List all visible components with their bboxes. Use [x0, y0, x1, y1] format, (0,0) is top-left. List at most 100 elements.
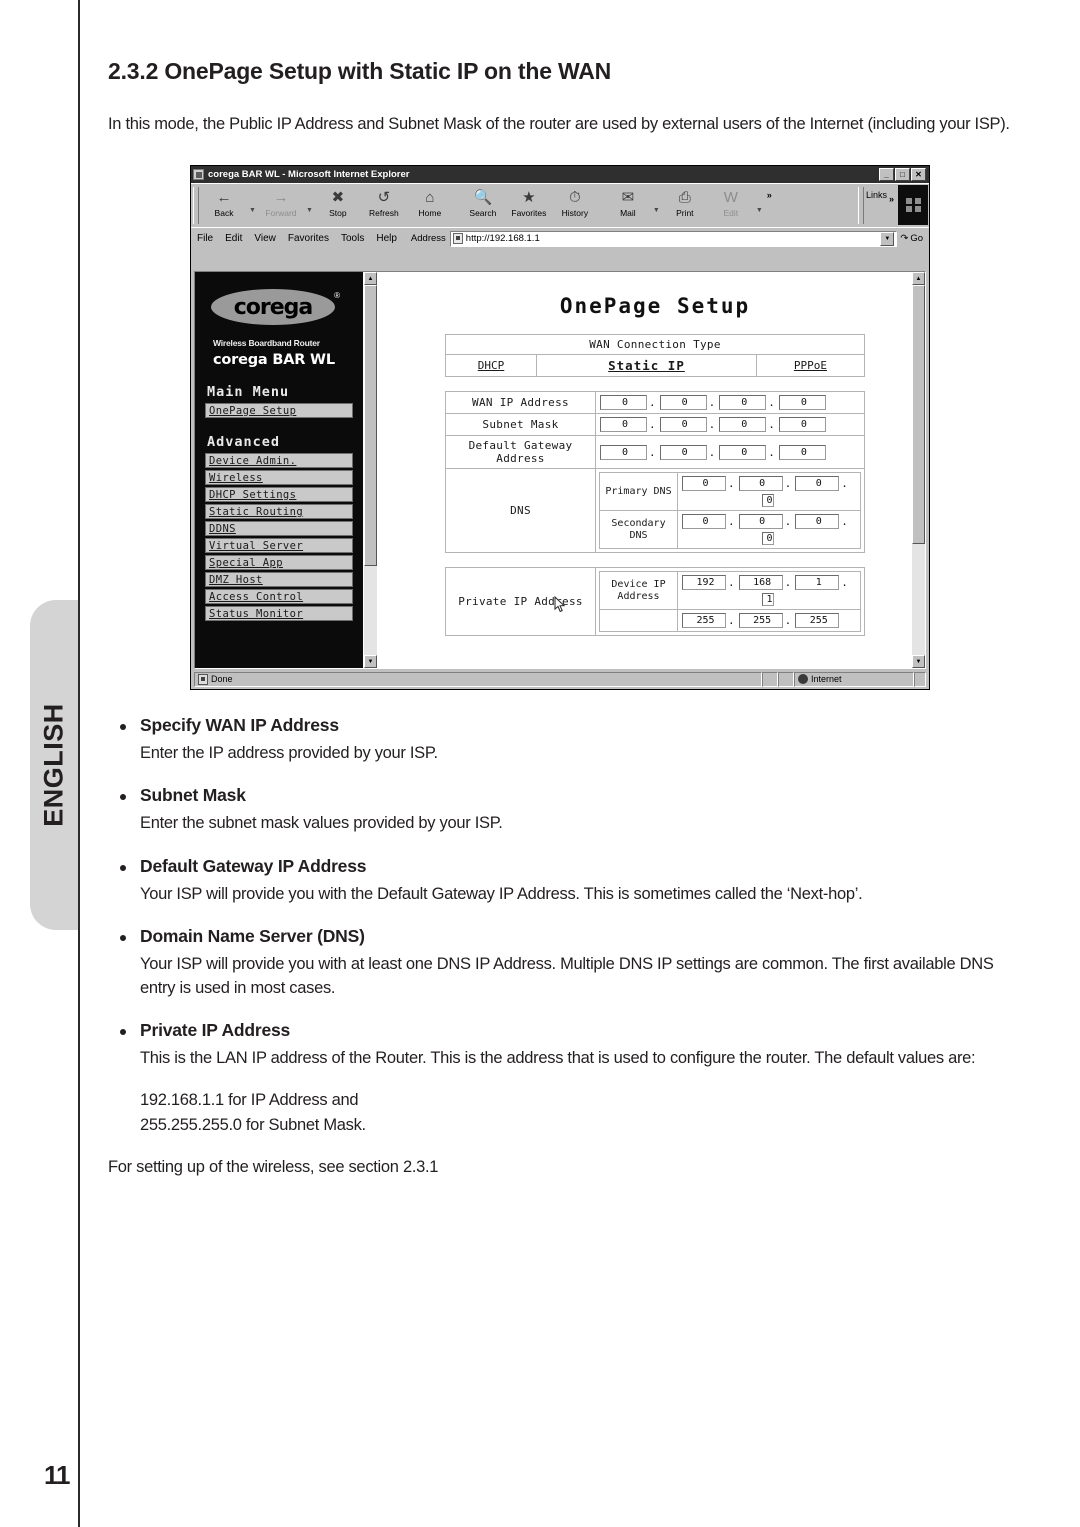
- secondary-dns-octet-3[interactable]: 0: [795, 514, 840, 529]
- sidebar-item-device-admin[interactable]: Device Admin.: [205, 453, 353, 468]
- sidebar-item-static-routing[interactable]: Static Routing: [205, 504, 353, 519]
- secondary-dns-octet-2[interactable]: 0: [738, 514, 783, 529]
- address-dropdown-icon[interactable]: ▼: [880, 231, 895, 246]
- sidebar-item-special-app[interactable]: Special App: [205, 555, 353, 570]
- gateway-octet-1[interactable]: 0: [600, 444, 647, 460]
- sidebar-item-dhcp-settings[interactable]: DHCP Settings: [205, 487, 353, 502]
- toolbar-button-history[interactable]: ⏱ History: [552, 186, 598, 218]
- sidebar-item-access-control[interactable]: Access Control: [205, 589, 353, 604]
- default-gateway-octet-group: 0. 0. 0. 0: [600, 444, 860, 460]
- content-frame-scrollbar[interactable]: ▲ ▼: [911, 272, 925, 668]
- sidebar-item-virtual-server[interactable]: Virtual Server: [205, 538, 353, 553]
- close-button[interactable]: ✕: [911, 168, 926, 181]
- wan-tab-dhcp[interactable]: DHCP: [444, 354, 538, 377]
- sidebar-item-onepage-setup[interactable]: OnePage Setup: [205, 403, 353, 418]
- forward-dropdown-icon[interactable]: ▼: [304, 207, 315, 214]
- toolbar-button-home[interactable]: ⌂ Home: [407, 186, 453, 218]
- internet-zone-globe-icon: [798, 674, 808, 684]
- menu-item-favorites[interactable]: Favorites: [288, 233, 329, 244]
- sidebar-item-status-monitor[interactable]: Status Monitor: [205, 606, 353, 621]
- nav-frame-scrollbar[interactable]: ▲ ▼: [363, 272, 377, 668]
- device-ip-octet-3[interactable]: 1: [795, 575, 840, 590]
- primary-dns-octet-4[interactable]: 0: [762, 494, 774, 507]
- mail-dropdown-icon[interactable]: ▼: [651, 207, 662, 214]
- minimize-button[interactable]: _: [879, 168, 894, 181]
- toolbar-overflow-chevron-icon[interactable]: »: [765, 190, 774, 200]
- links-bar-grip[interactable]: [857, 187, 864, 224]
- go-button[interactable]: ↷ Go: [897, 233, 926, 244]
- links-bar[interactable]: Links »: [866, 184, 896, 227]
- gateway-octet-3[interactable]: 0: [719, 444, 767, 460]
- maximize-button[interactable]: □: [895, 168, 910, 181]
- toolbar-button-forward[interactable]: → Forward: [258, 186, 304, 218]
- subnet-mask-octet-3[interactable]: 0: [719, 417, 767, 432]
- secondary-dns-octet-1[interactable]: 0: [682, 514, 726, 529]
- wan-ip-octet-1[interactable]: 0: [600, 395, 647, 410]
- device-ip-octet-1[interactable]: 192: [682, 575, 726, 590]
- wan-ip-octet-4[interactable]: 0: [778, 395, 826, 410]
- subnet-mask-octet-4[interactable]: 0: [778, 417, 826, 432]
- menu-item-file[interactable]: File: [197, 233, 213, 244]
- toolbar-button-refresh[interactable]: ↺ Refresh: [361, 186, 407, 218]
- toolbar-button-print[interactable]: ⎙ Print: [662, 186, 708, 218]
- links-overflow-chevron-icon[interactable]: »: [887, 194, 896, 204]
- dns-value-cell: Primary DNS 0. 0. 0. 0 Secondary DNS 0 .…: [595, 468, 865, 553]
- primary-dns-octet-1[interactable]: 0: [682, 476, 726, 491]
- nav-scroll-track[interactable]: [364, 285, 377, 655]
- address-bar-label: Address: [410, 233, 446, 244]
- wan-ip-octet-3[interactable]: 0: [719, 395, 767, 410]
- device-ip-octet-2[interactable]: 168: [738, 575, 783, 590]
- menu-item-tools[interactable]: Tools: [341, 233, 364, 244]
- lan-subnet-octet-1[interactable]: 255: [682, 613, 726, 628]
- sidebar-item-ddns-label: DDNS: [209, 522, 236, 535]
- gateway-octet-2[interactable]: 0: [659, 444, 707, 460]
- toolbar-button-search[interactable]: 🔍 Search: [460, 186, 506, 218]
- content-scroll-thumb[interactable]: [912, 285, 925, 544]
- nav-scroll-up-icon[interactable]: ▲: [364, 272, 377, 285]
- bullet-body-private-ip: This is the LAN IP address of the Router…: [140, 1049, 976, 1068]
- menu-and-address-row: File Edit View Favorites Tools Help Addr…: [191, 227, 929, 249]
- menu-item-edit[interactable]: Edit: [225, 233, 242, 244]
- menu-item-view[interactable]: View: [254, 233, 276, 244]
- content-scroll-up-icon[interactable]: ▲: [912, 272, 925, 285]
- sidebar-item-wireless[interactable]: Wireless: [205, 470, 353, 485]
- default-gateway-label: Default Gateway Address: [445, 435, 596, 469]
- bullet-title-default-gateway: Default Gateway IP Address: [140, 855, 367, 876]
- back-dropdown-icon[interactable]: ▼: [247, 207, 258, 214]
- subnet-mask-octet-2[interactable]: 0: [659, 417, 707, 432]
- toolbar-button-favorites[interactable]: ★ Favorites: [506, 186, 552, 218]
- toolbar-button-mail[interactable]: ✉ Mail: [605, 186, 651, 218]
- subnet-mask-octet-1[interactable]: 0: [600, 417, 647, 432]
- primary-dns-octet-3[interactable]: 0: [795, 476, 840, 491]
- wan-ip-octet-2[interactable]: 0: [659, 395, 707, 410]
- content-scroll-down-icon[interactable]: ▼: [912, 655, 925, 668]
- lan-subnet-mask-label: [599, 609, 678, 632]
- nav-scroll-down-icon[interactable]: ▼: [364, 655, 377, 668]
- window-controls: _ □ ✕: [879, 168, 927, 181]
- toolbar-grip[interactable]: [193, 187, 199, 224]
- gateway-octet-4[interactable]: 0: [778, 444, 826, 460]
- content-scroll-track[interactable]: [912, 285, 925, 655]
- status-resize-grip[interactable]: [914, 671, 926, 687]
- mouse-cursor-icon: [554, 596, 566, 613]
- bullet-specify-wan-ip-address: Specify WAN IP Address Enter the IP addr…: [108, 715, 1018, 765]
- toolbar-button-back[interactable]: ← Back: [201, 186, 247, 218]
- toolbar-button-edit[interactable]: W Edit: [708, 186, 754, 218]
- wan-tab-static-ip[interactable]: Static IP: [536, 354, 757, 377]
- wan-tab-pppoe[interactable]: PPPoE: [755, 354, 866, 377]
- sidebar-item-dmz-host[interactable]: DMZ Host: [205, 572, 353, 587]
- edit-dropdown-icon[interactable]: ▼: [754, 207, 765, 214]
- primary-dns-octet-2[interactable]: 0: [738, 476, 783, 491]
- lan-subnet-octet-2[interactable]: 255: [738, 613, 783, 628]
- address-input[interactable]: http://192.168.1.1 ▼: [449, 230, 898, 247]
- menu-item-help[interactable]: Help: [376, 233, 397, 244]
- default-ip-address-line: 192.168.1.1 for IP Address and: [140, 1090, 359, 1109]
- lan-subnet-octet-3[interactable]: 255: [795, 613, 840, 628]
- sidebar-item-ddns[interactable]: DDNS: [205, 521, 353, 536]
- section-heading: 2.3.2 OnePage Setup with Static IP on th…: [108, 58, 612, 84]
- secondary-dns-octet-4[interactable]: 0: [762, 532, 774, 545]
- nav-scroll-thumb[interactable]: [364, 285, 377, 567]
- device-ip-octet-4[interactable]: 1: [762, 593, 774, 606]
- onepage-setup-title: OnePage Setup: [559, 294, 751, 318]
- toolbar-button-stop[interactable]: ✖ Stop: [315, 186, 361, 218]
